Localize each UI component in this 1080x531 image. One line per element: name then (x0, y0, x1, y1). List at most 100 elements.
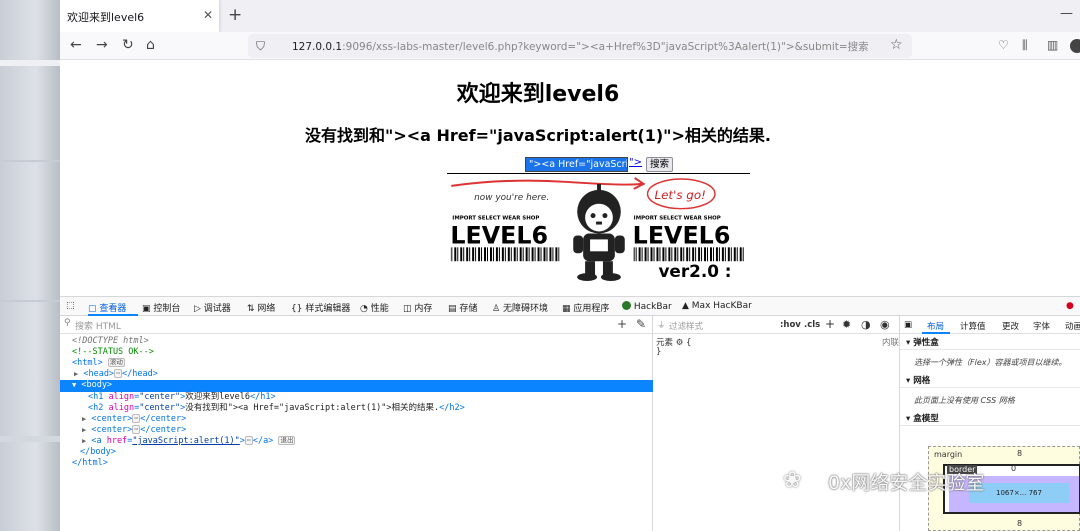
markup-view: ⚲ 搜索 HTML + ✎ <!DOCTYPE html> <!--STATUS… (60, 316, 653, 531)
sidebar-icon[interactable]: ▥ (1047, 38, 1058, 52)
level-left-text: LEVEL6 (450, 221, 548, 249)
tab-computed[interactable]: 计算值 (960, 320, 986, 332)
page-heading: 欢迎来到level6 (456, 82, 620, 107)
reload-icon[interactable]: ↻ (122, 37, 134, 53)
desktop-background (0, 0, 60, 531)
scroll-badge: 滚动 (107, 358, 125, 367)
error-icon[interactable]: ● (1066, 301, 1074, 311)
account-icon[interactable] (1070, 39, 1080, 53)
barcode-left (450, 247, 560, 262)
hover-toggle[interactable]: :hov (780, 320, 801, 330)
tab-storage[interactable]: ▤ 存储 (448, 301, 477, 314)
keyword-input[interactable]: "><a Href="javaScript: (525, 157, 628, 172)
home-icon[interactable]: ⌂ (146, 37, 155, 53)
search-icon: ⚲ (64, 318, 71, 328)
border-top-value[interactable]: 0 (1011, 464, 1016, 473)
watermark-text: 0x网络安全实验室 (828, 472, 985, 494)
tab-inspector[interactable]: ▢ 查看器 (88, 301, 126, 314)
margin-label: margin (934, 450, 963, 459)
dark-mode-icon[interactable]: ◑ (861, 318, 871, 331)
filter-styles-input[interactable]: 过滤样式 (669, 320, 703, 332)
forward-icon[interactable]: → (96, 37, 108, 53)
box-model-section-header[interactable]: ▾ 盒模型 (900, 412, 1080, 426)
scribble-text: now you're here. (474, 193, 549, 203)
tree-head[interactable]: ▶ <head> ⋯ </head> (74, 369, 667, 380)
print-icon[interactable]: ◉ (880, 318, 890, 331)
class-toggle[interactable]: .cls (804, 320, 820, 330)
new-tab-icon[interactable]: + (228, 5, 242, 25)
shield-icon[interactable]: ⛉ (256, 39, 265, 54)
tree-anchor[interactable]: ▶ <a href="javaScript:alert(1)"> ⋯ </a> 退出 (82, 436, 675, 447)
sidebar-toggle-icon[interactable]: ▣ (904, 320, 912, 330)
tab-strip: 欢迎来到level6 ✕ + — (60, 0, 1080, 32)
html-search-bar[interactable]: ⚲ 搜索 HTML + ✎ (60, 316, 653, 334)
search-button[interactable]: 搜索 (646, 157, 673, 172)
tab-animations[interactable]: 动画 (1065, 320, 1080, 332)
tree-center-1[interactable]: ▶ <center> ⋯ </center> (82, 414, 675, 425)
tab-fonts[interactable]: 字体 (1033, 320, 1050, 332)
tab-performance[interactable]: ◔ 性能 (360, 301, 389, 314)
back-icon[interactable]: ← (70, 37, 82, 53)
add-node-icon[interactable]: + (617, 317, 627, 331)
wechat-logo-icon: ❀ (783, 468, 802, 493)
level-banner-image: now you're here. Let's go! IMPORT SELECT… (447, 173, 750, 285)
bookmark-star-icon[interactable]: ☆ (890, 37, 903, 53)
rules-view: ⏚ 过滤样式 :hov .cls + ✹ ◑ ◉ 元素 ⚙ { } 内联 (653, 316, 900, 531)
close-tab-icon[interactable]: ✕ (203, 8, 213, 22)
eyedropper-icon[interactable]: ✎ (636, 317, 646, 331)
tab-max-hackbar[interactable]: ▲ Max HacKBar (682, 301, 752, 311)
layout-view: ▣ 布局 计算值 更改 字体 动画 ▾ 弹性盒 选择一个弹性（Flex）容器或项… (900, 316, 1080, 531)
robot-mascot (573, 183, 625, 282)
flexbox-message: 选择一个弹性（Flex）容器或项目以继续。 (914, 358, 1067, 367)
url-text[interactable]: 127.0.0.1:9096/xss-labs-master/level6.ph… (292, 39, 869, 54)
flexbox-section-header[interactable]: ▾ 弹性盒 (900, 336, 1080, 350)
margin-top-value[interactable]: 8 (1017, 449, 1022, 458)
page-subheading: 没有找到和"><a Href="javaScript:alert(1)">相关的… (305, 126, 771, 145)
styles-filter-bar: ⏚ 过滤样式 :hov .cls + ✹ ◑ ◉ (653, 316, 900, 334)
navigation-toolbar: ← → ↻ ⌂ ⛉ 127.0.0.1:9096/xss-labs-master… (60, 32, 1080, 60)
injected-link[interactable]: "> (629, 157, 642, 168)
tree-h2[interactable]: <h2 align="center">没有找到和"><a Href="javaS… (88, 403, 681, 414)
tree-html[interactable]: <html> 滚动 (72, 358, 665, 369)
add-rule-icon[interactable]: + (825, 317, 835, 331)
tab-style-editor[interactable]: {} 样式编辑器 (291, 301, 350, 314)
tab-active[interactable]: 欢迎来到level6 ✕ (60, 0, 220, 32)
devtools-tab-bar: ⬚ ▢ 查看器 ▣ 控制台 ▷ 调试器 ⇅ 网络 {} 样式编辑器 ◔ 性能 ◫… (60, 296, 1080, 316)
event-badge: 退出 (278, 436, 296, 445)
tab-layout[interactable]: 布局 (927, 320, 944, 332)
tab-console[interactable]: ▣ 控制台 (142, 301, 180, 314)
address-bar[interactable]: ⛉ 127.0.0.1:9096/xss-labs-master/level6.… (248, 34, 912, 58)
grid-message: 此页面上没有使用 CSS 网格 (914, 396, 1015, 405)
tab-changes[interactable]: 更改 (1002, 320, 1019, 332)
tree-body-selected[interactable]: ▼ <body> (60, 380, 653, 392)
tree-html-close[interactable]: </html> (72, 458, 665, 469)
inline-label: 内联 (882, 338, 900, 348)
element-picker-icon[interactable]: ⬚ (66, 301, 75, 311)
library-icon[interactable]: ⫼ (1022, 38, 1028, 53)
browser-window: 欢迎来到level6 ✕ + — ← → ↻ ⌂ ⛉ 127.0.0.1:909… (60, 0, 1080, 531)
tab-network[interactable]: ⇅ 网络 (247, 301, 275, 314)
tree-doctype[interactable]: <!DOCTYPE html> (72, 336, 665, 347)
tab-title: 欢迎来到level6 (67, 11, 145, 24)
margin-bottom-value[interactable]: 8 (1017, 519, 1022, 528)
tree-h1[interactable]: <h1 align="center">欢迎来到level6</h1> (88, 392, 681, 403)
html-search-input[interactable]: 搜索 HTML (75, 319, 121, 332)
tree-center-2[interactable]: ▶ <center> ⋯ </center> (82, 425, 675, 436)
tab-application[interactable]: ▦ 应用程序 (562, 301, 609, 314)
light-mode-icon[interactable]: ✹ (842, 318, 851, 331)
rule-close-brace: } (656, 347, 662, 357)
tree-body-close[interactable]: </body> (80, 447, 673, 458)
version-text: ver2.0 : (658, 261, 731, 281)
pocket-icon[interactable]: ♡ (998, 38, 1009, 52)
barcode-right (633, 247, 745, 262)
tab-debugger[interactable]: ▷ 调试器 (194, 301, 231, 314)
tab-accessibility[interactable]: ♙ 无障碍环境 (492, 301, 548, 314)
grid-section-header[interactable]: ▾ 网格 (900, 374, 1080, 388)
gear-icon: ⚙ (675, 338, 684, 348)
tree-comment[interactable]: <!--STATUS OK--> (72, 347, 665, 358)
minimize-icon[interactable]: — (1060, 6, 1073, 21)
tab-hackbar[interactable]: HackBar (622, 301, 672, 312)
sidebar-tab-indicator (922, 332, 950, 334)
tab-memory[interactable]: ◫ 内存 (403, 301, 432, 314)
bubble-text: Let's go! (654, 188, 705, 202)
